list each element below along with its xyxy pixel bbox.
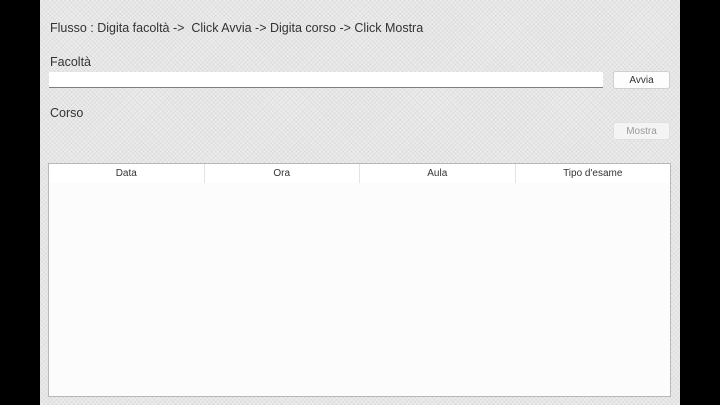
app-window: Flusso : Digita facoltà -> Click Avvia -…	[40, 0, 680, 405]
table-header: Data Ora Aula Tipo d'esame	[49, 164, 670, 183]
column-header-aula[interactable]: Aula	[360, 164, 516, 183]
mostra-button[interactable]: Mostra	[613, 122, 670, 140]
facolta-label: Facoltà	[50, 55, 91, 69]
column-header-data[interactable]: Data	[49, 164, 205, 183]
exam-table[interactable]: Data Ora Aula Tipo d'esame	[48, 163, 671, 397]
avvia-button[interactable]: Avvia	[613, 71, 670, 89]
column-header-tipo-esame[interactable]: Tipo d'esame	[516, 164, 671, 183]
facolta-input[interactable]	[49, 72, 603, 88]
column-header-ora[interactable]: Ora	[205, 164, 360, 183]
corso-label: Corso	[50, 106, 84, 120]
flow-instructions: Flusso : Digita facoltà -> Click Avvia -…	[50, 21, 424, 35]
